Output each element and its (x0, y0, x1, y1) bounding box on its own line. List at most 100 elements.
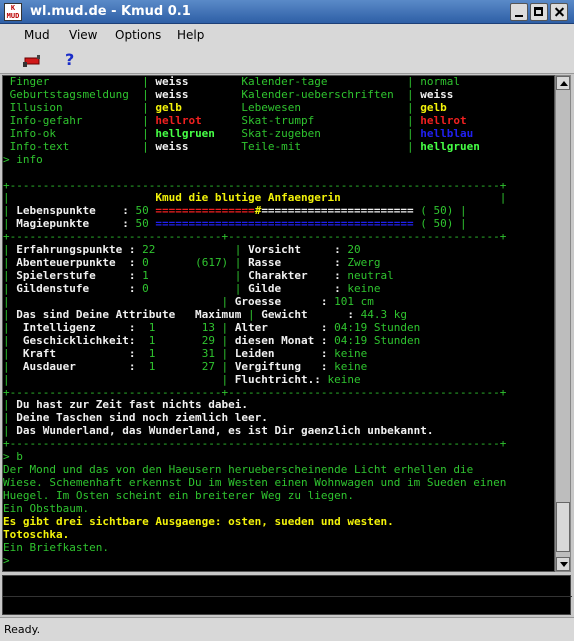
scroll-down-icon[interactable] (556, 557, 570, 571)
terminal-text: Wiese. Schemenhaft erkennst Du im Westen… (3, 476, 507, 490)
help-icon[interactable]: ? (65, 50, 74, 69)
scroll-thumb[interactable] (556, 502, 570, 552)
terminal-text: normal (420, 75, 460, 88)
toolbar: ? (0, 48, 574, 74)
app-icon-label: K MUD (6, 4, 20, 20)
terminal-text: Es gibt drei sichtbare Ausgaenge: osten,… (3, 514, 394, 528)
minimize-button[interactable] (510, 3, 528, 21)
terminal-text: keine (320, 372, 361, 386)
terminal-text: Erfahrungspunkte : (16, 243, 136, 257)
terminal-text: Info-gefahr | (3, 113, 156, 127)
terminal-text: keine (340, 282, 381, 295)
terminal-text: Teile-mit | (188, 139, 421, 153)
terminal-text: Huegel. Im Osten scheint ein breiterer W… (3, 489, 354, 502)
terminal-text: +---------------------------------------… (3, 178, 507, 192)
terminal-text: =============== (155, 204, 255, 218)
title-bar[interactable]: K MUD wl.mud.de - Kmud 0.1 (0, 0, 574, 24)
maximize-button[interactable] (530, 3, 548, 21)
terminal-text: Info-ok | (3, 126, 156, 140)
terminal-text: Groesse : (234, 294, 328, 308)
command-input-area[interactable] (2, 575, 572, 615)
terminal-line: +---------------------------------------… (3, 437, 554, 451)
terminal-text: +--------------------------------+------… (3, 230, 507, 244)
terminal-text: 1 | (135, 269, 249, 283)
terminal-text: Kalender-tage | (188, 75, 421, 88)
menu-mud[interactable]: Mud (24, 28, 50, 42)
terminal-text: hellgruen (155, 126, 215, 140)
menu-bar: Mud View Options Help (0, 24, 574, 48)
terminal-text: | (3, 269, 17, 283)
terminal-text: Charakter : (248, 269, 341, 283)
terminal-text: weiss (155, 87, 189, 101)
terminal-text: | (3, 217, 17, 231)
terminal-text: hellgruen (420, 139, 480, 153)
terminal-text: +--------------------------------+------… (3, 385, 507, 399)
terminal-text: Das sind Deine Attribute Maximum (16, 307, 242, 321)
terminal-text: ======================= (261, 204, 414, 218)
terminal-text: 04:19 Stunden (327, 333, 421, 347)
terminal-text: > info (3, 152, 43, 166)
terminal-text: hellrot (155, 113, 202, 127)
terminal-text: | (3, 320, 23, 334)
terminal-text: Gewicht : (261, 307, 355, 321)
terminal-text: Deine Taschen sind noch ziemlich leer. (16, 411, 268, 425)
terminal-text: Gilde : (248, 282, 341, 295)
terminal-text: +---------------------------------------… (3, 437, 507, 451)
terminal-text: | (3, 243, 17, 257)
terminal-text: 20 (340, 243, 361, 257)
terminal-text: diesen Monat : (234, 333, 328, 347)
terminal-text: Der Mond und das von den Haeusern herueb… (3, 463, 474, 477)
terminal-text: 04:19 Stunden (327, 320, 421, 334)
terminal-output[interactable]: Finger | weiss Kalender-tage | normal Ge… (2, 75, 555, 572)
kmud-app-icon: K MUD (4, 3, 22, 21)
terminal-text: hellrot (420, 113, 467, 127)
terminal-text: Lebewesen | (181, 100, 421, 114)
terminal-line: Es gibt drei sichtbare Ausgaenge: osten,… (3, 514, 554, 529)
terminal-text: 50 (128, 217, 156, 231)
connect-icon[interactable] (22, 53, 42, 69)
terminal-text: Kraft : (22, 346, 136, 360)
terminal-text: 22 | (135, 243, 249, 257)
terminal-text: Abenteuerpunkte : (16, 256, 136, 270)
terminal-text: | (3, 204, 17, 218)
terminal-text: Geschicklichkeit: (22, 333, 136, 347)
terminal-text: > b (3, 450, 23, 464)
terminal-text: ( 50) | (413, 217, 467, 231)
terminal-text: gelb (420, 100, 447, 114)
terminal-text: Alter : (234, 320, 328, 334)
terminal-text: | (3, 307, 17, 321)
menu-options[interactable]: Options (115, 28, 161, 42)
menu-help[interactable]: Help (177, 28, 204, 42)
terminal-text: ======================================= (155, 217, 414, 231)
terminal-text: Leiden : (234, 346, 328, 360)
terminal-text: Das Wunderland, das Wunderland, es ist D… (16, 424, 434, 438)
terminal-line: Info-text | weiss Teile-mit | hellgruen (3, 139, 554, 154)
terminal-text: | (3, 359, 23, 373)
terminal-text: Illusion | (3, 100, 156, 114)
terminal-text: | (3, 424, 17, 438)
terminal-line: > info (3, 152, 554, 167)
terminal-text: Magiepunkte : (16, 217, 129, 231)
terminal-text: Ausdauer : (22, 359, 136, 373)
terminal-text: Fluchtricht.: (234, 372, 321, 386)
terminal-text: 1 29 | (135, 333, 235, 347)
terminal-text: 1 27 | (135, 359, 235, 373)
terminal-text: Intelligenz : (22, 320, 136, 334)
terminal-text: Finger | (3, 75, 156, 88)
terminal-text: | (340, 191, 507, 205)
terminal-text: 0 (617) | (135, 256, 249, 270)
status-text: Ready. (4, 623, 41, 636)
scroll-up-icon[interactable] (556, 76, 570, 90)
terminal-text: 1 13 | (135, 320, 235, 334)
terminal-text: Info-text | (3, 139, 156, 153)
terminal-text: Totoschka. (3, 527, 70, 541)
terminal-text: weiss (155, 75, 189, 88)
close-button[interactable] (550, 3, 568, 21)
terminal-text: hellblau (420, 126, 474, 140)
terminal-text: Ein Briefkasten. (3, 540, 109, 554)
terminal-text: | (3, 333, 23, 347)
terminal-text: | | (3, 294, 235, 308)
terminal-text: | (3, 346, 23, 360)
menu-view[interactable]: View (69, 28, 97, 42)
terminal-scrollbar[interactable] (555, 75, 571, 572)
